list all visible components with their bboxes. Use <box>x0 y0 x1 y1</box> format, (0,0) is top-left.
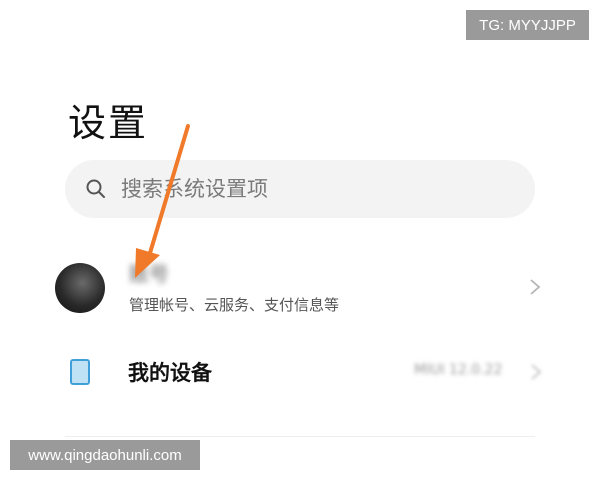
account-name: 账号 <box>129 261 169 286</box>
search-input[interactable] <box>121 177 481 201</box>
device-version: MIUI 12.0.22 <box>414 362 503 378</box>
device-label: 我的设备 <box>128 361 212 385</box>
search-bar[interactable] <box>65 160 535 218</box>
account-row[interactable]: 账号 管理帐号、云服务、支付信息等 <box>55 256 550 320</box>
annotation-arrow-icon <box>135 124 190 278</box>
phone-icon <box>70 359 90 385</box>
account-subtitle: 管理帐号、云服务、支付信息等 <box>129 295 340 314</box>
chevron-right-icon <box>531 364 542 380</box>
tg-badge: TG: MYYJJPP <box>466 10 589 40</box>
account-text: 账号 管理帐号、云服务、支付信息等 <box>129 262 339 315</box>
search-icon <box>86 179 105 198</box>
chevron-right-icon <box>530 279 541 295</box>
my-device-row[interactable]: 我的设备 MIUI 12.0.22 <box>70 352 550 392</box>
watermark: www.qingdaohunli.com <box>10 440 200 470</box>
divider <box>65 436 535 437</box>
avatar <box>55 263 105 313</box>
page-title: 设置 <box>68 101 149 145</box>
